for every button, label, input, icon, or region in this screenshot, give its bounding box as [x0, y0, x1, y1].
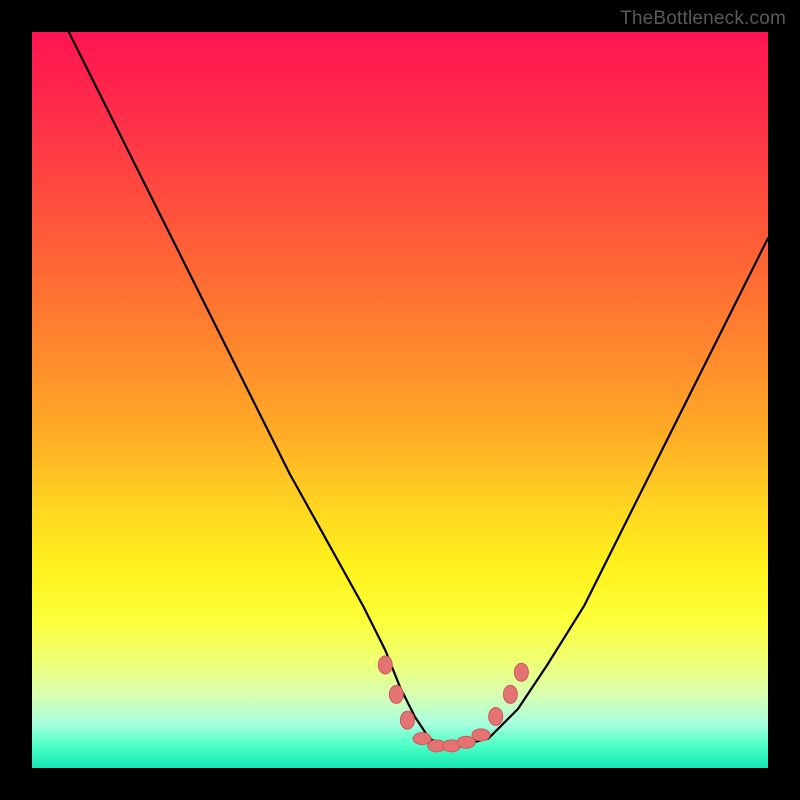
chart-svg — [32, 32, 768, 768]
curve-marker — [400, 711, 414, 729]
curve-marker — [514, 663, 528, 681]
curve-marker — [389, 685, 403, 703]
bottleneck-curve — [69, 32, 768, 746]
markers-group — [378, 656, 528, 752]
attribution-label: TheBottleneck.com — [620, 8, 786, 30]
curve-marker — [489, 708, 503, 726]
plot-area — [32, 32, 768, 768]
curve-marker — [503, 685, 517, 703]
chart-frame: TheBottleneck.com — [0, 0, 800, 800]
curve-marker — [472, 729, 490, 741]
curve-marker — [457, 736, 475, 748]
curve-marker — [413, 733, 431, 745]
curve-marker — [378, 656, 392, 674]
